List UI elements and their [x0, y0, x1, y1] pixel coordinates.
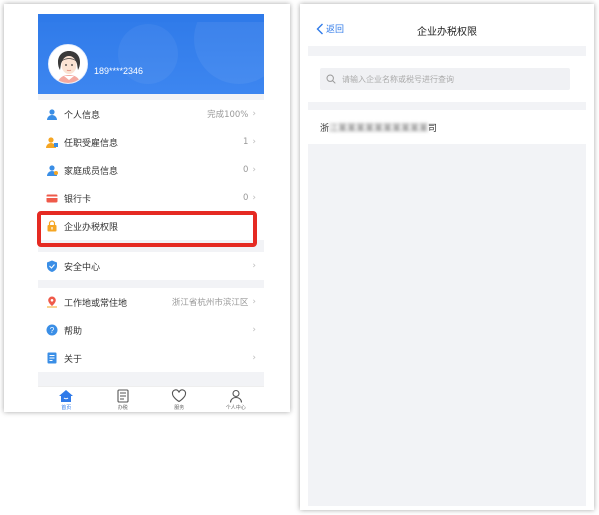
search-icon: [326, 74, 336, 84]
menu-item-security-center[interactable]: 安全中心 ›: [38, 252, 264, 280]
search-input[interactable]: [342, 74, 562, 84]
tab-tax[interactable]: 办税: [95, 387, 152, 412]
tab-service[interactable]: 服务: [151, 387, 208, 412]
status-bar: [38, 14, 264, 22]
tab-personal-center[interactable]: 个人中心: [208, 387, 265, 412]
menu-item-employment-info[interactable]: 任职受雇信息 1 ›: [38, 128, 264, 156]
left-phone-screenshot: 189****2346 个人信息 完成100% › 任职受雇信息 1 › 家庭成…: [4, 4, 290, 412]
svg-text:?: ?: [50, 326, 55, 335]
chevron-right-icon: ›: [252, 137, 256, 147]
menu-item-family-info[interactable]: 家庭成员信息 0 ›: [38, 156, 264, 184]
chevron-right-icon: ›: [252, 165, 256, 175]
employee-icon: [46, 137, 58, 148]
profile-header: 189****2346: [38, 14, 264, 94]
menu-item-personal-info[interactable]: 个人信息 完成100% ›: [38, 100, 264, 128]
enterprise-list-item[interactable]: 浙 江某某某某某某某某某某 司: [308, 110, 586, 144]
navigation-bar: 返回 企业办税权限: [308, 12, 586, 46]
enterprise-tax-permission-screen: 返回 企业办税权限 浙 江某某某某某某某某某某 司: [308, 12, 586, 506]
menu-item-help[interactable]: ? 帮助 ›: [38, 316, 264, 344]
document-icon: [47, 352, 57, 364]
highlight-annotation: [37, 211, 257, 247]
chevron-right-icon: ›: [252, 353, 256, 363]
bottom-tab-bar: 首页 办税 服务 个人中心: [38, 386, 264, 412]
chevron-right-icon: ›: [252, 325, 256, 335]
user-icon: [47, 109, 57, 120]
tab-home[interactable]: 首页: [38, 387, 95, 412]
person-icon: [229, 389, 242, 403]
menu-item-about[interactable]: 关于 ›: [38, 344, 264, 372]
page-title: 企业办税权限: [417, 27, 477, 38]
avatar[interactable]: [48, 44, 88, 84]
masked-enterprise-name: 江某某某某某某某某某某: [329, 123, 429, 134]
shield-icon: [47, 260, 57, 272]
chevron-right-icon: ›: [252, 193, 256, 203]
bank-card-icon: [46, 194, 58, 203]
menu-item-work-location[interactable]: 工作地或常住地 浙江省杭州市滨江区 ›: [38, 288, 264, 316]
menu-group-security: 安全中心 ›: [38, 252, 264, 280]
family-icon: [47, 165, 58, 176]
menu-item-bank-card[interactable]: 银行卡 0 ›: [38, 184, 264, 212]
chevron-right-icon: ›: [252, 109, 256, 119]
user-phone: 189****2346: [94, 66, 144, 76]
location-icon: [47, 296, 57, 308]
chevron-right-icon: ›: [252, 297, 256, 307]
search-section: [308, 56, 586, 102]
right-phone-screenshot: 返回 企业办税权限 浙 江某某某某某某某某某某 司: [300, 4, 594, 510]
search-box[interactable]: [320, 68, 570, 90]
tax-icon: [117, 388, 129, 403]
help-icon: ?: [46, 324, 58, 336]
chevron-right-icon: ›: [252, 261, 256, 271]
service-icon: [172, 388, 187, 402]
menu-group-other: 工作地或常住地 浙江省杭州市滨江区 › ? 帮助 › 关于 ›: [38, 288, 264, 372]
home-icon: [59, 389, 74, 402]
